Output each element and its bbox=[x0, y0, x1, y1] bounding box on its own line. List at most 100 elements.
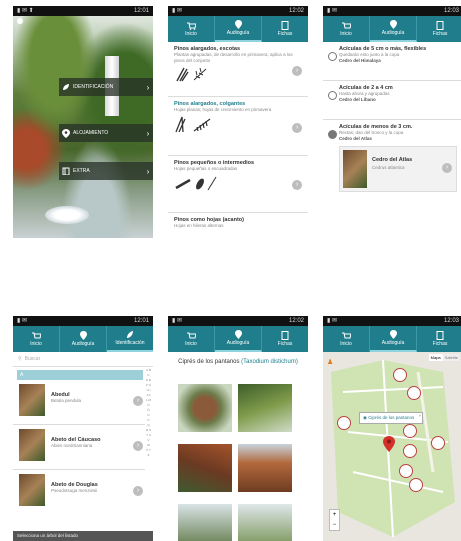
tab-label: Inicio bbox=[340, 340, 352, 347]
tree-marker-icon[interactable] bbox=[431, 436, 445, 450]
status-icons: ▮ ✉ bbox=[17, 318, 27, 324]
document-icon bbox=[436, 21, 444, 30]
cart-icon bbox=[341, 332, 351, 338]
menu-label: EXTRA bbox=[73, 168, 90, 174]
alphabet-index[interactable]: A B C D E F G H I J K L M N Ñ O P Q R S … bbox=[146, 368, 151, 458]
chevron-right-icon: › bbox=[146, 128, 150, 138]
option-row-selected[interactable]: Acículas de menos de 3 cm. Rectas; dan d… bbox=[323, 120, 461, 218]
cart-icon bbox=[341, 22, 351, 28]
item-subtitle: Abies nordmanniana bbox=[51, 443, 93, 448]
cart-icon bbox=[31, 332, 41, 338]
tab-inicio[interactable]: Inicio bbox=[323, 326, 370, 352]
list-item[interactable]: Abeto de Douglas Pseudotsuga menziesii › bbox=[13, 470, 145, 514]
card-title: Cedro del Atlas bbox=[372, 157, 413, 163]
phone-species-gallery-screen: ▮ ✉ 12:02 Inicio Audioguía Fichas Ciprés … bbox=[168, 316, 308, 541]
tree-marker-icon[interactable] bbox=[407, 386, 421, 400]
info-icon[interactable]: › bbox=[292, 180, 302, 190]
tab-audioguia[interactable]: Audioguía bbox=[370, 326, 417, 352]
tab-audioguia[interactable]: Audioguía bbox=[215, 326, 262, 352]
map-type-toggle[interactable]: Mapa Satélite bbox=[428, 354, 460, 361]
search-bar[interactable]: ⚲ Buscar bbox=[13, 352, 153, 367]
info-icon[interactable]: › bbox=[133, 396, 143, 406]
tree-marker-icon[interactable] bbox=[399, 464, 413, 478]
phone-species-list-screen: ▮ ✉ 12:01 Inicio Audioguía Identificación… bbox=[13, 316, 153, 541]
person-icon[interactable]: ♟ bbox=[327, 358, 335, 366]
option-row[interactable]: Acículas de 5 cm o más, flexibles Quedar… bbox=[323, 42, 461, 81]
zoom-out-icon[interactable]: − bbox=[333, 522, 337, 528]
tab-identificacion[interactable]: Identificación bbox=[107, 326, 153, 352]
gallery-photo[interactable] bbox=[238, 384, 292, 432]
cart-icon bbox=[186, 22, 196, 30]
book-icon bbox=[59, 167, 73, 175]
map-callout[interactable]: ◉ Ciprés de los pantanos × bbox=[359, 412, 424, 424]
tab-fichas[interactable]: Fichas bbox=[262, 16, 308, 42]
species-scientific-name: (Taxodium distichum) bbox=[241, 359, 298, 365]
info-icon[interactable]: › bbox=[442, 163, 452, 173]
location-pin-icon bbox=[59, 128, 73, 138]
species-card[interactable]: Cedro del Atlas Cedrus atlantica › bbox=[339, 146, 457, 192]
tab-inicio[interactable]: Inicio bbox=[168, 16, 215, 42]
option-species: Cedro del Líbano bbox=[339, 97, 376, 102]
status-bar: ▮ ✉ 12:02 bbox=[168, 6, 308, 16]
info-icon[interactable]: › bbox=[292, 123, 302, 133]
item-subtitle: Pseudotsuga menziesii bbox=[51, 488, 98, 493]
list-item[interactable]: Pinos pequeños o intermedios Hojas peque… bbox=[168, 156, 308, 213]
list-item[interactable]: Abedul Betula pendula › bbox=[13, 380, 145, 425]
option-row[interactable]: Acículas de 2 a 4 cm Hasta ahora y agrup… bbox=[323, 81, 461, 120]
tab-bar: Inicio Audioguía Fichas bbox=[168, 16, 308, 42]
menu-item-identificacion[interactable]: IDENTIFICACIÓN › bbox=[59, 78, 153, 96]
short-needles-icon bbox=[175, 176, 217, 191]
list-item[interactable]: Pinos alargados, escotas Plantas agrupad… bbox=[168, 42, 308, 97]
cart-icon bbox=[186, 332, 196, 338]
info-icon[interactable]: › bbox=[292, 66, 302, 76]
tab-audioguia[interactable]: Audioguía bbox=[215, 16, 262, 42]
tab-audioguia[interactable]: Audioguía bbox=[60, 326, 107, 352]
close-icon[interactable]: × bbox=[419, 413, 422, 418]
tab-inicio[interactable]: Inicio bbox=[13, 326, 60, 352]
status-bar: ▮ ✉ ⬆ 12:01 bbox=[13, 6, 153, 16]
list-item[interactable]: Pinos alargados, colgantes Hojas planas;… bbox=[168, 97, 308, 156]
pine-needles-icon bbox=[176, 67, 207, 82]
info-icon[interactable]: › bbox=[133, 441, 143, 451]
row-subtitle: Plantas agrupadas, de desarrollo en prim… bbox=[174, 52, 293, 63]
gallery-photo[interactable] bbox=[238, 444, 292, 492]
info-icon[interactable]: › bbox=[133, 486, 143, 496]
map-type-mapa[interactable]: Mapa bbox=[428, 354, 443, 361]
tree-marker-icon[interactable] bbox=[403, 424, 417, 438]
phone-home-screen: ▮ ✉ ⬆ 12:01 IDENTIFICACIÓN › ALOJAMIENTO … bbox=[13, 6, 153, 238]
tree-marker-icon[interactable] bbox=[337, 416, 351, 430]
radio-button[interactable] bbox=[328, 52, 337, 61]
map-type-satelite[interactable]: Satélite bbox=[442, 354, 460, 361]
selected-location-pin-icon[interactable] bbox=[383, 436, 395, 452]
status-bar: ▮ ✉ 12:03 bbox=[323, 6, 461, 16]
tree-marker-icon[interactable] bbox=[409, 478, 423, 492]
status-icons: ▮ ✉ bbox=[172, 8, 182, 14]
item-subtitle: Betula pendula bbox=[51, 398, 82, 403]
tab-fichas[interactable]: Fichas bbox=[417, 16, 461, 42]
menu-item-alojamiento[interactable]: ALOJAMIENTO › bbox=[59, 124, 153, 142]
status-bar: ▮ ✉ 12:02 bbox=[168, 316, 308, 326]
menu-item-extra[interactable]: EXTRA › bbox=[59, 162, 153, 180]
tab-inicio[interactable]: Inicio bbox=[168, 326, 215, 352]
tab-label: Audioguía bbox=[71, 341, 95, 347]
search-input[interactable]: Buscar bbox=[25, 356, 41, 362]
tab-label: Identificación bbox=[115, 340, 145, 346]
tree-marker-icon[interactable] bbox=[393, 368, 407, 382]
tab-fichas[interactable]: Fichas bbox=[262, 326, 308, 352]
tree-marker-icon[interactable] bbox=[403, 444, 417, 458]
gallery-photo[interactable] bbox=[178, 444, 232, 492]
gallery-photo[interactable] bbox=[178, 504, 232, 541]
status-time: 12:03 bbox=[443, 318, 459, 324]
tab-audioguia[interactable]: Audioguía bbox=[370, 16, 417, 42]
radio-button[interactable] bbox=[328, 91, 337, 100]
zoom-in-icon[interactable]: + bbox=[333, 512, 337, 518]
radio-button-selected[interactable] bbox=[328, 130, 337, 139]
tab-label: Inicio bbox=[185, 340, 197, 347]
list-item[interactable]: Pinos como hojas (acanto) Hojas en hiler… bbox=[168, 213, 308, 238]
zoom-controls[interactable]: + − bbox=[329, 509, 340, 531]
gallery-photo[interactable] bbox=[238, 504, 292, 541]
tab-inicio[interactable]: Inicio bbox=[323, 16, 370, 42]
tab-fichas[interactable]: Fichas bbox=[417, 326, 461, 352]
gallery-photo[interactable] bbox=[178, 384, 232, 432]
list-item[interactable]: Abeto del Cáucaso Abies nordmanniana › bbox=[13, 425, 145, 470]
